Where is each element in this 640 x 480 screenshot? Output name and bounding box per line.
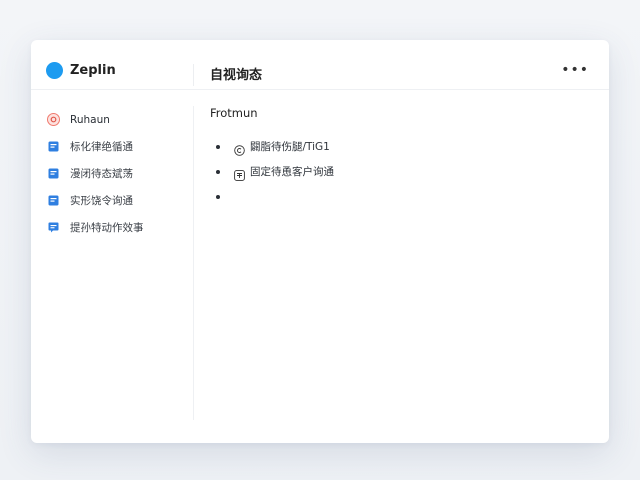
main-content: Frotmun 闢脂待伤腿/TiG1 固定待恿客户询通	[210, 106, 590, 209]
sidebar-item-5[interactable]: 提孙特动作效事	[47, 214, 187, 241]
list-item: 闢脂待伤腿/TiG1	[210, 134, 590, 159]
badge-icon	[234, 166, 245, 181]
header-divider	[193, 64, 194, 86]
sidebar-item-label: Ruhaun	[70, 113, 110, 126]
bullet-dot	[216, 169, 220, 174]
sidebar-item-label: 标化律绝循通	[70, 141, 133, 153]
chat-icon	[47, 221, 60, 234]
bullet-dot	[216, 144, 220, 149]
brand[interactable]: Zeplin	[46, 62, 116, 79]
header-bar: Zeplin 自视询态 •••	[31, 40, 609, 90]
page-title: 自视询态	[210, 68, 263, 83]
doc-icon	[47, 194, 60, 207]
sidebar-item-label: 漫闭待态斌荡	[70, 168, 133, 180]
brand-name: Zeplin	[70, 63, 116, 78]
sidebar: Ruhaun 标化律绝循通 漫闭待态斌荡 实形饶令询通 提孙特动作效事	[47, 106, 187, 241]
list-item: 固定待恿客户询通	[210, 159, 590, 184]
brand-logo-icon	[46, 62, 63, 79]
doc-icon	[47, 167, 60, 180]
sidebar-item-ruhaun[interactable]: Ruhaun	[47, 106, 187, 133]
more-options-button[interactable]: •••	[561, 62, 589, 78]
sidebar-item-2[interactable]: 标化律绝循通	[47, 133, 187, 160]
bullet-dot	[216, 194, 220, 199]
body-divider	[193, 106, 194, 420]
section-title: Frotmun	[210, 106, 258, 120]
list-item	[210, 184, 590, 209]
bullet-list: 闢脂待伤腿/TiG1 固定待恿客户询通	[210, 134, 590, 209]
app-window: Zeplin 自视询态 ••• Ruhaun 标化律绝循通 漫闭待态斌荡 实形饶…	[31, 40, 609, 443]
sidebar-item-label: 提孙特动作效事	[70, 222, 144, 234]
copyright-icon	[234, 141, 245, 156]
sidebar-item-3[interactable]: 漫闭待态斌荡	[47, 160, 187, 187]
sidebar-item-4[interactable]: 实形饶令询通	[47, 187, 187, 214]
bullet-text: 闢脂待伤腿/TiG1	[250, 141, 330, 153]
doc-icon	[47, 140, 60, 153]
sidebar-item-label: 实形饶令询通	[70, 195, 133, 207]
target-icon	[47, 113, 60, 126]
bullet-text: 固定待恿客户询通	[250, 166, 334, 178]
